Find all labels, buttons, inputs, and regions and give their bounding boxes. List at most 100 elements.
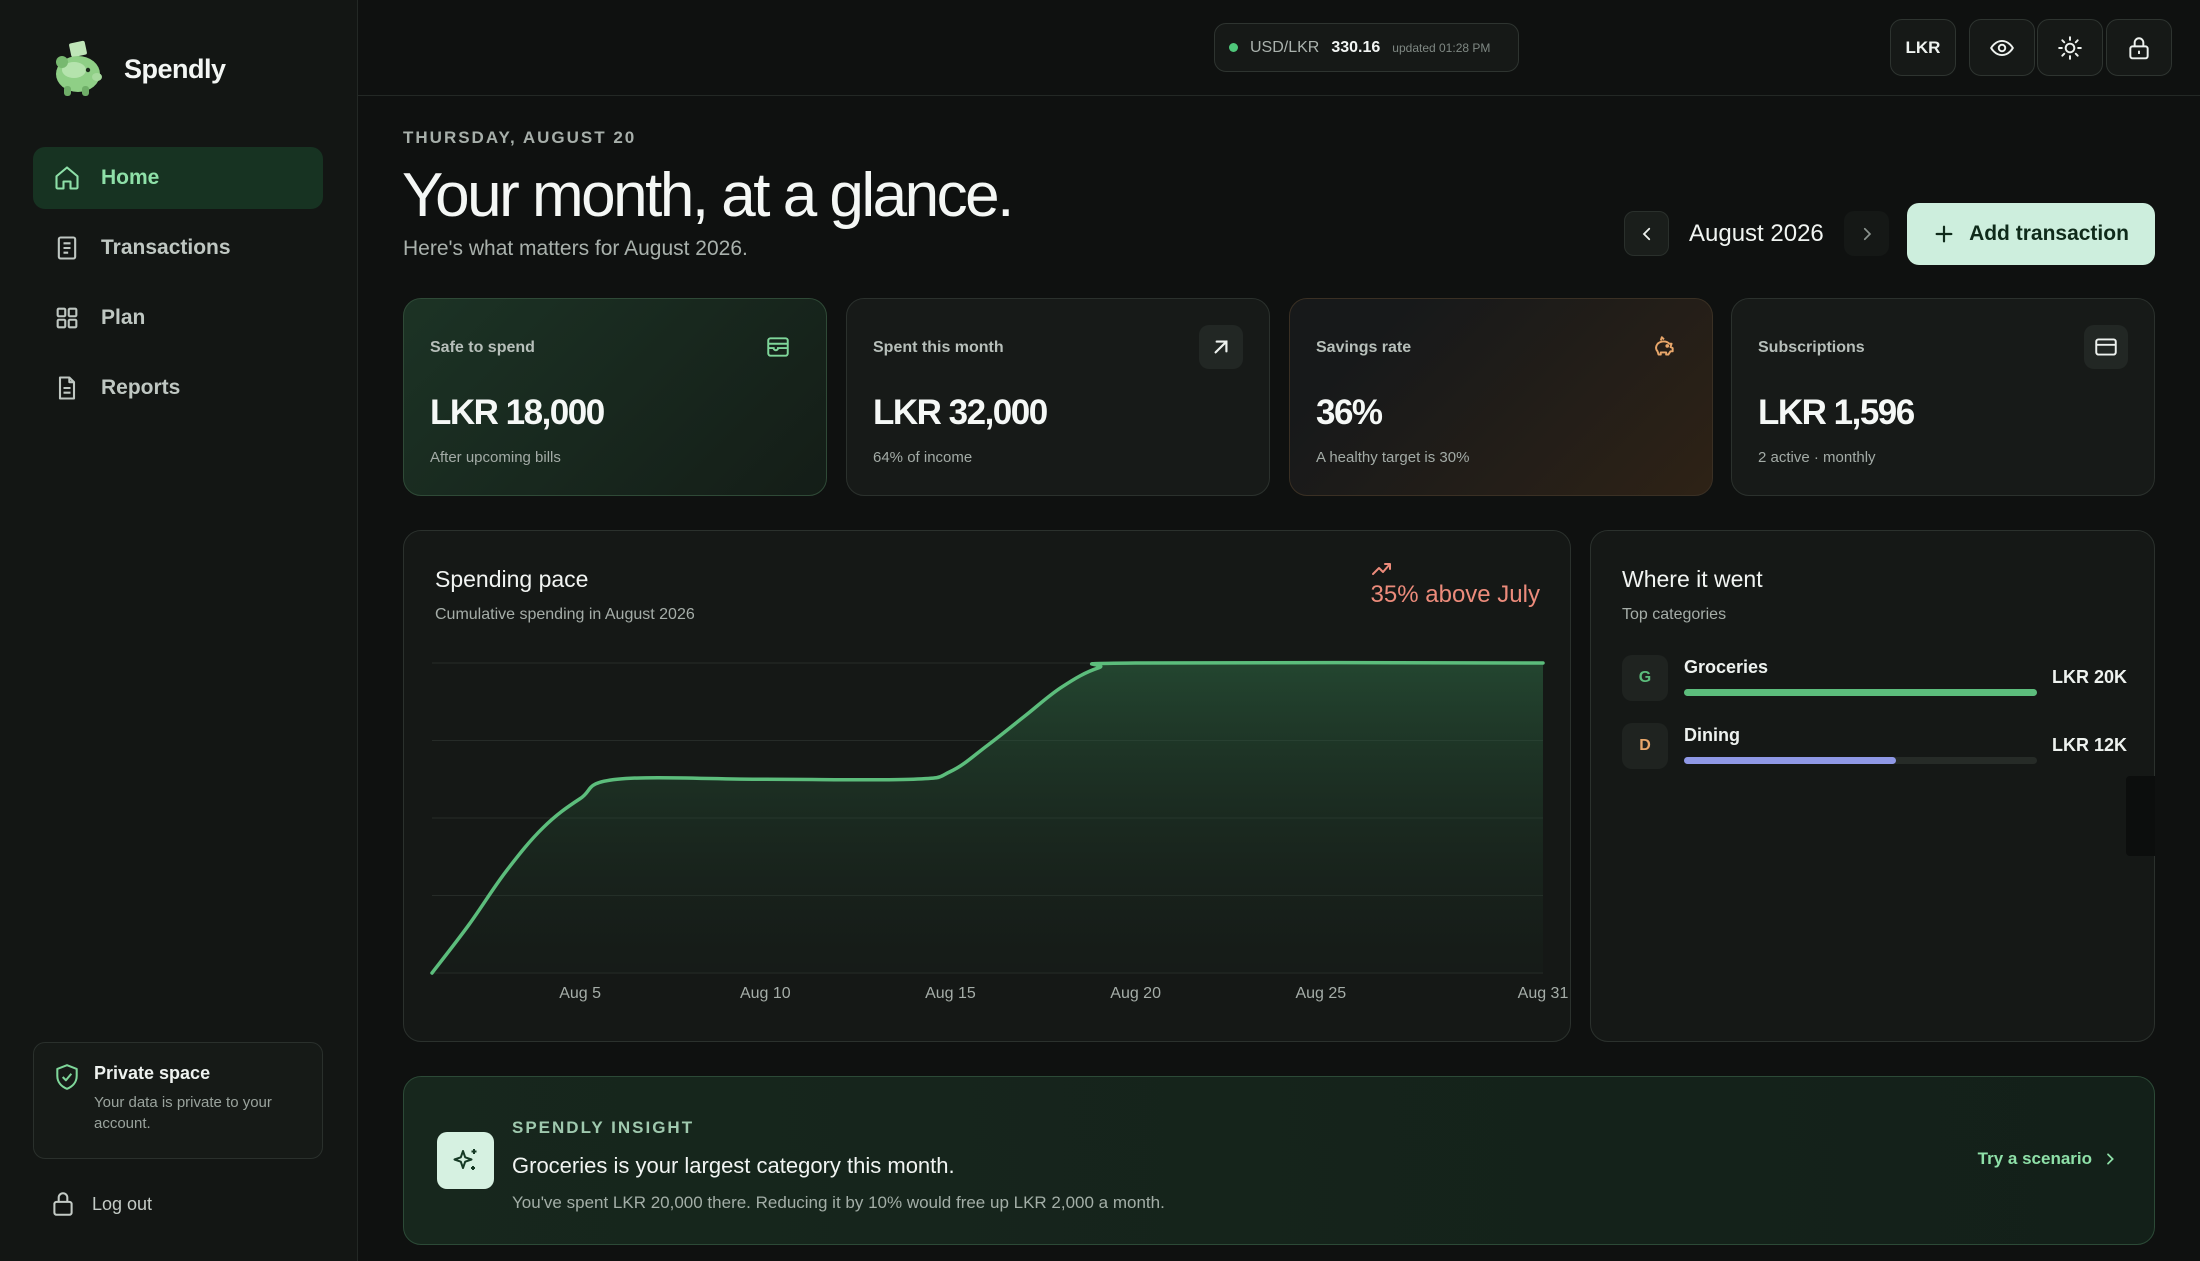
next-month-button[interactable] xyxy=(1844,211,1889,256)
scrollbar-handle[interactable] xyxy=(2126,776,2155,856)
lock-icon xyxy=(53,1192,73,1216)
live-status-dot xyxy=(1229,43,1238,52)
x-tick-label: Aug 5 xyxy=(559,985,601,1002)
private-space-title: Private space xyxy=(94,1063,211,1083)
category-row-dining[interactable]: D Dining LKR 12K xyxy=(1622,723,2127,771)
rate-pair: USD/LKR xyxy=(1250,38,1320,56)
month-label: August 2026 xyxy=(1689,220,1824,247)
rate-updated: updated 01:28 PM xyxy=(1392,40,1491,55)
sidebar-item-label: Transactions xyxy=(101,236,231,259)
grid-icon xyxy=(56,307,78,329)
try-scenario-link[interactable]: Try a scenario xyxy=(1978,1149,2118,1169)
sidebar-item-label: Home xyxy=(101,166,160,189)
piggy-bank-logo-icon xyxy=(56,40,102,96)
document-icon xyxy=(58,376,76,400)
add-transaction-button[interactable]: Add transaction xyxy=(1907,203,2155,265)
x-tick-label: Aug 10 xyxy=(740,985,791,1002)
insight-icon-wrap xyxy=(437,1132,494,1189)
categories-title: Where it went xyxy=(1622,566,1763,592)
kpi-value: LKR 18,000 xyxy=(430,393,605,432)
lock-icon xyxy=(2129,36,2149,59)
wallet-icon xyxy=(767,337,789,357)
exchange-rate-pill: USD/LKR 330.16 updated 01:28 PM xyxy=(1214,23,1519,72)
sidebar-item-label: Reports xyxy=(101,376,181,399)
category-bar-fill xyxy=(1684,757,1896,764)
kpi-icon-wrap xyxy=(2084,325,2128,369)
logout-label: Log out xyxy=(92,1193,153,1214)
chart-title: Spending pace xyxy=(435,566,589,592)
page-title: Your month, at a glance. xyxy=(402,161,1014,230)
page-subtitle: Here's what matters for August 2026. xyxy=(403,237,748,260)
kpi-subscriptions: Subscriptions LKR 1,596 2 active · month… xyxy=(1731,298,2155,496)
kpi-value: LKR 32,000 xyxy=(873,393,1048,432)
plus-icon xyxy=(1935,225,1953,243)
brand-name: Spendly xyxy=(124,53,226,84)
kpi-icon-wrap xyxy=(1642,325,1686,369)
kpi-label: Spent this month xyxy=(873,339,1004,356)
sun-icon xyxy=(2058,35,2082,60)
kpi-safe-to-spend: Safe to spend LKR 18,000 After upcoming … xyxy=(403,298,827,496)
private-space-text: Your data is private to your account. xyxy=(94,1094,272,1132)
category-amount: LKR 20K xyxy=(2051,667,2127,687)
chevron-left-icon xyxy=(1642,227,1650,240)
kpi-sub: A healthy target is 30% xyxy=(1316,449,1470,466)
rate-value: 330.16 xyxy=(1331,38,1381,56)
insight-banner: SPENDLY INSIGHT Groceries is your larges… xyxy=(403,1076,2155,1245)
chevron-right-icon xyxy=(2107,1153,2114,1165)
sidebar-item-plan[interactable]: Plan xyxy=(33,287,323,349)
kpi-sub: 2 active · monthly xyxy=(1758,449,1876,466)
spending-pace-card: Aug 5 Aug 10 Aug 15 Aug 20 Aug 25 Aug 31 Spen… xyxy=(403,530,1571,1042)
currency-button[interactable]: LKR xyxy=(1890,19,1956,76)
spending-area xyxy=(432,662,1543,973)
kpi-sub: After upcoming bills xyxy=(430,449,561,466)
currency-label: LKR xyxy=(1905,37,1941,57)
logout-button[interactable]: Log out xyxy=(50,1190,152,1218)
credit-card-icon xyxy=(2095,338,2117,356)
sidebar: Spendly Home Transactions Plan Reports P… xyxy=(0,0,358,1261)
category-badge: D xyxy=(1622,723,1668,769)
kpi-savings-rate: Savings rate 36% A healthy target is 30% xyxy=(1289,298,1713,496)
brand[interactable]: Spendly xyxy=(50,40,226,98)
sidebar-item-home[interactable]: Home xyxy=(33,147,323,209)
kpi-spent-this-month: Spent this month LKR 32,000 64% of incom… xyxy=(846,298,1270,496)
category-row-groceries[interactable]: G Groceries LKR 20K xyxy=(1622,655,2127,703)
kpi-sub: 64% of income xyxy=(873,449,973,466)
kpi-label: Safe to spend xyxy=(430,339,535,356)
category-amount: LKR 12K xyxy=(2051,735,2127,755)
trend-indicator: 35% above July xyxy=(1371,561,1540,609)
kpi-label: Subscriptions xyxy=(1758,339,1865,356)
x-tick-label: Aug 25 xyxy=(1295,985,1346,1002)
kpi-label: Savings rate xyxy=(1316,339,1412,356)
insight-text: You've spent LKR 20,000 there. Reducing … xyxy=(512,1193,1165,1212)
shield-check-icon xyxy=(56,1064,78,1090)
sidebar-item-transactions[interactable]: Transactions xyxy=(33,217,323,279)
categories-subtitle: Top categories xyxy=(1622,606,1727,623)
x-tick-label: Aug 15 xyxy=(925,985,976,1002)
category-bar-fill xyxy=(1684,689,2037,696)
previous-month-button[interactable] xyxy=(1624,211,1669,256)
home-icon xyxy=(55,166,79,190)
category-name: Dining xyxy=(1684,725,1740,745)
sidebar-item-label: Plan xyxy=(101,306,146,329)
kpi-value: 36% xyxy=(1316,393,1383,432)
insight-title: Groceries is your largest category this … xyxy=(512,1153,955,1178)
theme-toggle-button[interactable] xyxy=(2037,19,2103,76)
trend-text: 35% above July xyxy=(1370,581,1540,608)
category-bar-track xyxy=(1684,689,2037,696)
trending-up-icon xyxy=(1371,563,1391,575)
insight-eyebrow: SPENDLY INSIGHT xyxy=(512,1118,695,1137)
category-name: Groceries xyxy=(1684,657,1769,677)
sidebar-item-reports[interactable]: Reports xyxy=(33,357,323,419)
where-it-went-card: Where it went Top categories G Groceries… xyxy=(1590,530,2155,1042)
current-date: THURSDAY, AUGUST 20 xyxy=(403,128,637,147)
kpi-icon-wrap xyxy=(1199,325,1243,369)
privacy-toggle-button[interactable] xyxy=(1969,19,2035,76)
lock-app-button[interactable] xyxy=(2106,19,2172,76)
eye-icon xyxy=(1990,39,2014,56)
kpi-icon-wrap xyxy=(756,325,800,369)
add-transaction-label: Add transaction xyxy=(1969,222,2129,245)
x-tick-label: Aug 20 xyxy=(1110,985,1161,1002)
try-scenario-label: Try a scenario xyxy=(1977,1149,2092,1168)
kpi-value: LKR 1,596 xyxy=(1758,393,1915,432)
category-bar-track xyxy=(1684,757,2037,764)
